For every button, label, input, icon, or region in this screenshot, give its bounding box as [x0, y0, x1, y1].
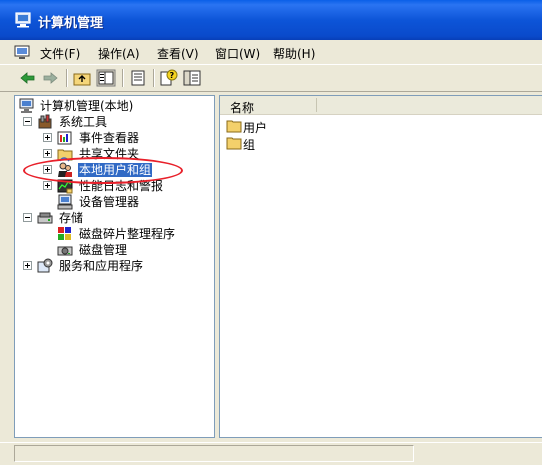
list-item-label: 用户: [243, 121, 268, 135]
title-bar[interactable]: 计算机管理: [0, 0, 542, 40]
column-divider[interactable]: [316, 98, 317, 112]
tree-label: 磁盘管理: [79, 243, 128, 257]
back-icon[interactable]: [18, 69, 38, 87]
computer-management-icon: [19, 98, 34, 113]
folder-icon: [226, 137, 242, 150]
tree-label: 服务和应用程序: [59, 259, 144, 273]
highlight-ellipse: [23, 157, 183, 184]
forward-icon[interactable]: [40, 69, 60, 87]
toolbar-separator: [153, 69, 155, 87]
up-folder-icon[interactable]: [72, 69, 92, 87]
expand-toggle[interactable]: [43, 181, 52, 190]
computer-management-icon: [15, 12, 31, 28]
menu-view[interactable]: 查看(V): [157, 45, 199, 62]
toolbar-separator: [122, 69, 124, 87]
menu-help[interactable]: 帮助(H): [273, 45, 315, 62]
tree-label: 磁盘碎片整理程序: [79, 227, 176, 241]
status-bar-cell: [14, 445, 414, 462]
menu-file[interactable]: 文件(F): [40, 45, 80, 62]
menu-window[interactable]: 窗口(W): [215, 45, 260, 62]
device-manager-icon: [57, 194, 73, 210]
show-hide-tree-icon[interactable]: [96, 69, 116, 87]
tree-label: 存储: [59, 211, 84, 225]
column-header-label: 名称: [230, 101, 255, 115]
tools-icon: [38, 114, 52, 129]
svg-text:?: ?: [170, 71, 175, 80]
expand-toggle[interactable]: [43, 133, 52, 142]
console-tree-pane[interactable]: 计算机管理(本地) 系统工具 事件查看器 共享文件夹 本地用户和组 性能日志和警…: [14, 95, 215, 438]
menu-action[interactable]: 操作(A): [98, 45, 140, 62]
menu-bar: 文件(F) 操作(A) 查看(V) 窗口(W) 帮助(H): [0, 40, 542, 64]
expand-toggle[interactable]: [43, 149, 52, 158]
document-window-icon[interactable]: [14, 44, 30, 60]
services-icon: [37, 258, 53, 273]
properties-icon[interactable]: [182, 69, 202, 87]
details-pane[interactable]: 名称 用户 组: [219, 95, 542, 438]
tree-label: 事件查看器: [79, 131, 140, 145]
column-header-name[interactable]: 名称: [220, 96, 542, 115]
status-bar: [0, 442, 542, 465]
help-icon[interactable]: ?: [158, 69, 178, 87]
tree-label: 系统工具: [59, 115, 108, 129]
window-title: 计算机管理: [38, 16, 104, 31]
list-item-label: 组: [243, 138, 256, 152]
tree-label: 计算机管理(本地): [40, 99, 134, 113]
expand-toggle[interactable]: [23, 261, 32, 270]
tree-label: 设备管理器: [79, 195, 140, 209]
folder-icon: [226, 120, 242, 133]
collapse-toggle[interactable]: [23, 213, 32, 222]
toolbar: ?: [0, 64, 542, 92]
collapse-toggle[interactable]: [23, 117, 32, 126]
storage-icon: [37, 212, 53, 224]
export-list-icon[interactable]: [128, 69, 148, 87]
toolbar-separator: [66, 69, 68, 87]
disk-management-icon: [57, 246, 73, 256]
defrag-icon: [58, 227, 71, 240]
event-viewer-icon: [57, 131, 72, 145]
